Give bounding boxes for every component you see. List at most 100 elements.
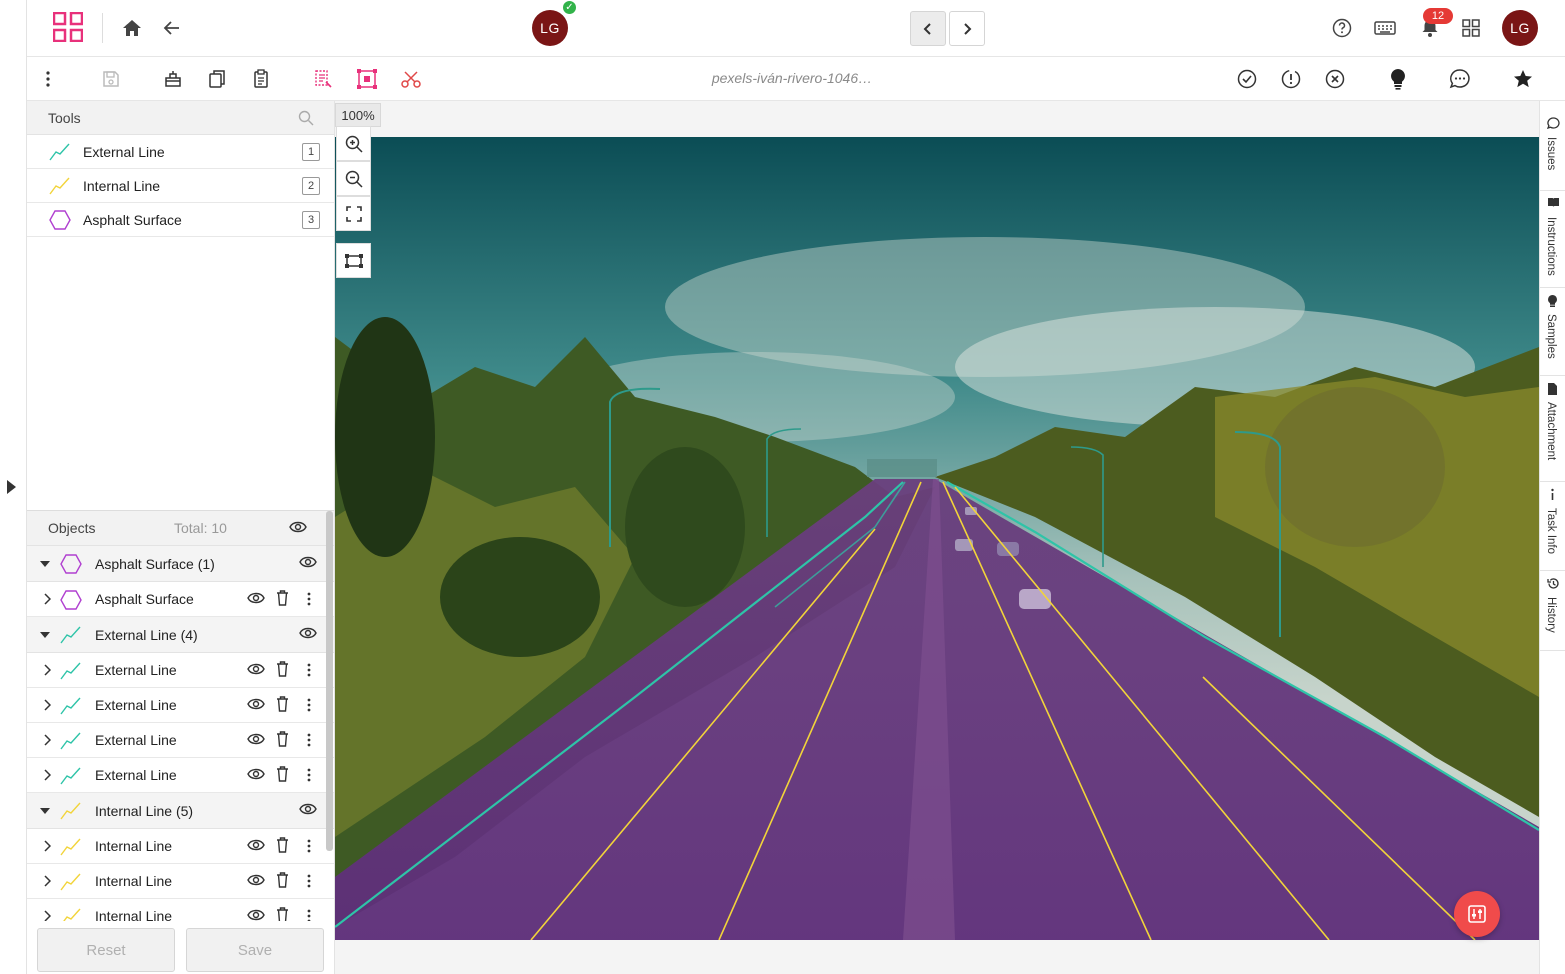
caret-down-icon[interactable] bbox=[40, 561, 50, 567]
trash-icon[interactable] bbox=[276, 907, 289, 921]
tab-samples[interactable]: Samples bbox=[1540, 288, 1565, 376]
object-row[interactable]: Internal Line bbox=[27, 899, 334, 921]
polyline-icon bbox=[60, 907, 82, 921]
object-row[interactable]: External Line bbox=[27, 723, 334, 758]
more-vertical-icon[interactable] bbox=[307, 592, 311, 606]
caret-down-icon[interactable] bbox=[40, 632, 50, 638]
object-row[interactable]: External Line bbox=[27, 758, 334, 793]
trash-icon[interactable] bbox=[276, 837, 289, 853]
trash-icon[interactable] bbox=[276, 661, 289, 677]
object-row[interactable]: Internal Line bbox=[27, 829, 334, 864]
object-row[interactable]: Asphalt Surface bbox=[27, 582, 334, 617]
chevron-right-icon[interactable] bbox=[43, 664, 51, 676]
trash-icon[interactable] bbox=[276, 731, 289, 747]
eye-icon[interactable] bbox=[299, 626, 317, 640]
apps-grid-icon[interactable] bbox=[1458, 15, 1484, 41]
objects-scrollbar[interactable] bbox=[326, 511, 333, 851]
tab-attachment[interactable]: Attachment bbox=[1540, 376, 1565, 482]
more-vertical-icon[interactable] bbox=[307, 874, 311, 888]
more-vertical-icon[interactable] bbox=[307, 698, 311, 712]
next-item-button[interactable] bbox=[949, 11, 985, 46]
chevron-right-icon[interactable] bbox=[43, 910, 51, 921]
user-avatar[interactable]: LG bbox=[1502, 10, 1538, 46]
eye-icon[interactable] bbox=[247, 838, 265, 852]
object-group-internal-line[interactable]: Internal Line (5) bbox=[27, 793, 334, 829]
zoom-in-icon[interactable] bbox=[336, 126, 371, 161]
save-button[interactable]: Save bbox=[186, 928, 324, 972]
tab-history[interactable]: History bbox=[1540, 571, 1565, 651]
object-row[interactable]: External Line bbox=[27, 653, 334, 688]
adjustments-fab-icon[interactable] bbox=[1454, 891, 1500, 937]
trash-icon[interactable] bbox=[276, 590, 289, 606]
eye-icon[interactable] bbox=[247, 732, 265, 746]
flag-issue-icon[interactable] bbox=[1279, 67, 1303, 91]
chevron-right-icon[interactable] bbox=[43, 769, 51, 781]
caret-down-icon[interactable] bbox=[40, 808, 50, 814]
eye-icon[interactable] bbox=[247, 591, 265, 605]
more-vertical-icon[interactable] bbox=[36, 67, 60, 91]
app-logo-icon[interactable] bbox=[53, 12, 83, 42]
eye-icon[interactable] bbox=[247, 873, 265, 887]
more-vertical-icon[interactable] bbox=[307, 909, 311, 921]
bounding-box-select-icon[interactable] bbox=[355, 67, 379, 91]
zoom-out-icon[interactable] bbox=[336, 161, 371, 196]
cut-scissors-icon[interactable] bbox=[399, 67, 423, 91]
eye-icon[interactable] bbox=[247, 662, 265, 676]
eye-icon[interactable] bbox=[289, 520, 307, 534]
previous-item-button[interactable] bbox=[910, 11, 946, 46]
paste-icon[interactable] bbox=[249, 67, 273, 91]
save-disk-icon[interactable] bbox=[99, 67, 123, 91]
eye-icon[interactable] bbox=[247, 767, 265, 781]
more-vertical-icon[interactable] bbox=[307, 663, 311, 677]
select-region-icon[interactable] bbox=[311, 67, 335, 91]
object-row[interactable]: External Line bbox=[27, 688, 334, 723]
eye-icon[interactable] bbox=[299, 555, 317, 569]
tool-external-line[interactable]: External Line 1 bbox=[27, 135, 334, 169]
more-vertical-icon[interactable] bbox=[307, 768, 311, 782]
back-arrow-icon[interactable] bbox=[159, 15, 185, 41]
tool-asphalt-surface[interactable]: Asphalt Surface 3 bbox=[27, 203, 334, 237]
eye-icon[interactable] bbox=[247, 697, 265, 711]
trash-icon[interactable] bbox=[276, 696, 289, 712]
annotation-canvas[interactable]: 100% bbox=[335, 101, 1539, 974]
tab-issues[interactable]: Issues bbox=[1540, 111, 1565, 191]
more-vertical-icon[interactable] bbox=[307, 839, 311, 853]
more-vertical-icon[interactable] bbox=[307, 733, 311, 747]
star-icon[interactable] bbox=[1511, 67, 1535, 91]
polyline-icon bbox=[60, 696, 82, 716]
chevron-right-icon[interactable] bbox=[43, 734, 51, 746]
reset-button[interactable]: Reset bbox=[37, 928, 175, 972]
hotkey-badge: 2 bbox=[302, 177, 320, 195]
lightbulb-icon[interactable] bbox=[1386, 67, 1410, 91]
keyboard-icon[interactable] bbox=[1372, 15, 1398, 41]
chevron-right-icon[interactable] bbox=[43, 593, 51, 605]
eye-icon[interactable] bbox=[299, 802, 317, 816]
search-icon[interactable] bbox=[298, 110, 314, 126]
tab-label: History bbox=[1545, 597, 1557, 633]
chevron-right-icon[interactable] bbox=[43, 840, 51, 852]
tool-internal-line[interactable]: Internal Line 2 bbox=[27, 169, 334, 203]
fullscreen-icon[interactable] bbox=[336, 196, 371, 231]
help-icon[interactable] bbox=[1329, 15, 1355, 41]
user-avatar-center[interactable]: LG bbox=[532, 10, 568, 46]
tab-task-info[interactable]: Task Info bbox=[1540, 482, 1565, 571]
comments-icon[interactable] bbox=[1448, 67, 1472, 91]
accept-check-icon[interactable] bbox=[1235, 67, 1259, 91]
chevron-right-icon[interactable] bbox=[43, 699, 51, 711]
tools-title: Tools bbox=[48, 109, 81, 126]
eye-icon[interactable] bbox=[247, 908, 265, 921]
home-icon[interactable] bbox=[119, 15, 145, 41]
trash-icon[interactable] bbox=[276, 766, 289, 782]
fit-to-screen-icon[interactable] bbox=[336, 243, 371, 278]
trash-icon[interactable] bbox=[276, 872, 289, 888]
object-group-asphalt-surface[interactable]: Asphalt Surface (1) bbox=[27, 546, 334, 582]
expand-left-panel-icon[interactable] bbox=[7, 480, 16, 494]
road-image[interactable] bbox=[335, 137, 1539, 940]
tab-instructions[interactable]: Instructions bbox=[1540, 191, 1565, 288]
reject-x-icon[interactable] bbox=[1323, 67, 1347, 91]
object-row[interactable]: Internal Line bbox=[27, 864, 334, 899]
object-group-external-line[interactable]: External Line (4) bbox=[27, 617, 334, 653]
copy-icon[interactable] bbox=[205, 67, 229, 91]
chevron-right-icon[interactable] bbox=[43, 875, 51, 887]
brush-tool-icon[interactable] bbox=[161, 67, 185, 91]
